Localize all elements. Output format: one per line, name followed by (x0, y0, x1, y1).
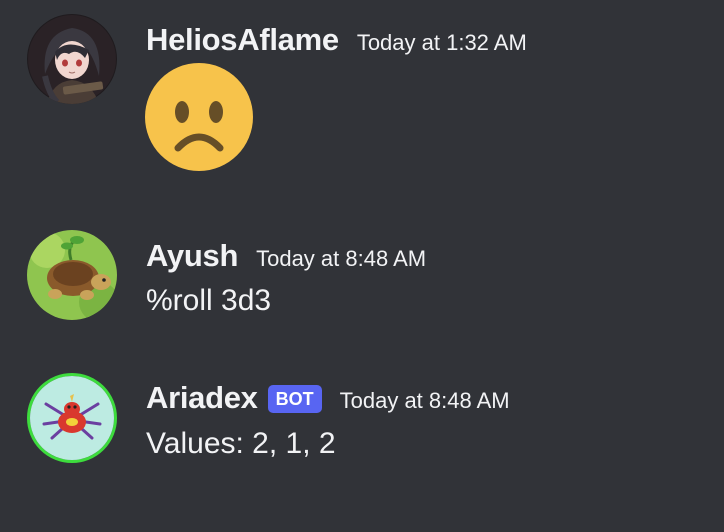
message-ariadex: Ariadex BOT Today at 8:48 AM Values: 2, … (0, 360, 724, 470)
username[interactable]: HeliosAflame (146, 22, 339, 58)
bot-tag: BOT (267, 385, 322, 413)
avatar-ayush[interactable] (27, 230, 117, 320)
turtle-pokemon-avatar-icon (27, 230, 117, 320)
username[interactable]: Ayush (146, 238, 238, 274)
message-ayush: Ayush Today at 8:48 AM %roll 3d3 (0, 220, 724, 330)
spider-pokemon-avatar-icon (30, 376, 114, 460)
message-content: %roll 3d3 (146, 284, 272, 317)
message-helios: HeliosAflame Today at 1:32 AM (0, 0, 724, 190)
message-header: Ariadex BOT Today at 8:48 AM (146, 380, 510, 416)
timestamp: Today at 8:48 AM (339, 388, 510, 413)
timestamp: Today at 1:32 AM (356, 30, 527, 55)
avatar-helios[interactable] (27, 14, 117, 104)
anime-girl-avatar-icon (27, 14, 117, 104)
message-header: HeliosAflame Today at 1:32 AM (146, 22, 527, 58)
username[interactable]: Ariadex (146, 380, 258, 416)
timestamp: Today at 8:48 AM (256, 246, 427, 271)
message-header: Ayush Today at 8:48 AM (146, 238, 426, 274)
message-content: Values: 2, 1, 2 (146, 427, 336, 460)
avatar-ariadex[interactable] (27, 373, 117, 463)
frowning-face-emoji-icon (144, 62, 254, 172)
